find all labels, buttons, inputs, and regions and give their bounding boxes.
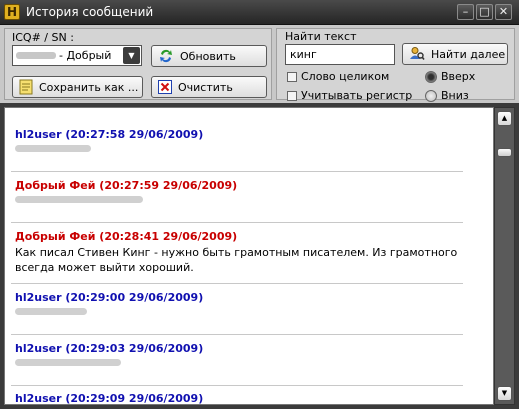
clear-button[interactable]: Очистить — [151, 76, 267, 98]
scroll-up-button[interactable]: ▲ — [497, 111, 512, 126]
blurred-message-text — [15, 359, 121, 366]
message-divider — [11, 222, 463, 223]
find-next-button[interactable]: Найти далее — [402, 43, 508, 65]
message-text: Как писал Стивен Кинг - нужно быть грамо… — [15, 246, 458, 274]
title-bar[interactable]: H История сообщений – □ ✕ — [0, 0, 519, 25]
message-header: hl2user (20:29:03 29/06/2009) — [15, 342, 204, 355]
message-divider — [11, 171, 463, 172]
history-window: H История сообщений – □ ✕ ICQ# / SN : - … — [0, 0, 519, 409]
contact-select[interactable]: - Добрый ▼ — [12, 45, 142, 66]
message-item: hl2user (20:29:09 29/06/2009) — [15, 392, 465, 405]
clear-icon — [158, 80, 172, 94]
message-divider — [11, 385, 463, 386]
scroll-down-button[interactable]: ▼ — [497, 386, 512, 401]
vertical-scrollbar[interactable]: ▲ ▼ — [494, 107, 515, 405]
blurred-contact-id — [16, 52, 56, 59]
message-header: hl2user (20:29:00 29/06/2009) — [15, 291, 204, 304]
contact-select-value: - Добрый — [59, 49, 112, 62]
whole-word-label: Слово целиком — [301, 70, 390, 83]
save-as-button-label: Сохранить как ... — [39, 80, 139, 94]
maximize-button[interactable]: □ — [476, 4, 493, 20]
match-case-label: Учитывать регистр — [301, 89, 413, 102]
blurred-message-text — [15, 145, 91, 152]
message-divider — [11, 334, 463, 335]
refresh-icon — [160, 49, 172, 63]
minimize-button[interactable]: – — [457, 4, 474, 20]
message-header: Добрый Фей (20:27:59 29/06/2009) — [15, 179, 238, 192]
message-item: hl2user (20:27:58 29/06/2009) — [15, 128, 465, 152]
contact-label: ICQ# / SN : — [12, 31, 74, 44]
message-history[interactable]: hl2user (20:27:58 29/06/2009) Добрый Фей… — [4, 107, 494, 405]
scrollbar-thumb[interactable] — [497, 148, 512, 157]
direction-down-label: Вниз — [441, 89, 469, 102]
close-button[interactable]: ✕ — [495, 4, 512, 20]
clear-button-label: Очистить — [178, 80, 233, 94]
message-header: Добрый Фей (20:28:41 29/06/2009) — [15, 230, 238, 243]
blurred-message-text — [15, 196, 143, 203]
find-user-icon — [410, 47, 425, 60]
find-next-button-label: Найти далее — [431, 47, 506, 61]
match-case-checkbox[interactable] — [287, 91, 297, 101]
direction-up-label: Вверх — [441, 70, 476, 83]
app-icon: H — [4, 4, 20, 20]
message-divider — [11, 283, 463, 284]
direction-down-radio[interactable] — [425, 90, 437, 102]
search-input[interactable]: кинг — [285, 44, 395, 65]
message-header: hl2user (20:29:09 29/06/2009) — [15, 392, 204, 405]
message-item: hl2user (20:29:03 29/06/2009) — [15, 342, 465, 366]
message-item: Добрый Фей (20:27:59 29/06/2009) — [15, 179, 465, 203]
direction-up-radio[interactable] — [425, 71, 437, 83]
message-header: hl2user (20:27:58 29/06/2009) — [15, 128, 204, 141]
chevron-down-icon[interactable]: ▼ — [123, 47, 140, 64]
message-item: hl2user (20:29:00 29/06/2009) — [15, 291, 465, 315]
window-title: История сообщений — [26, 5, 154, 19]
find-label: Найти текст — [285, 30, 357, 43]
save-document-icon — [19, 79, 33, 95]
refresh-button-label: Обновить — [180, 49, 236, 63]
refresh-button[interactable]: Обновить — [151, 45, 267, 67]
whole-word-checkbox[interactable] — [287, 72, 297, 82]
blurred-message-text — [15, 308, 87, 315]
save-as-button[interactable]: Сохранить как ... — [12, 76, 143, 98]
message-item: Добрый Фей (20:28:41 29/06/2009) Как пис… — [15, 230, 465, 275]
